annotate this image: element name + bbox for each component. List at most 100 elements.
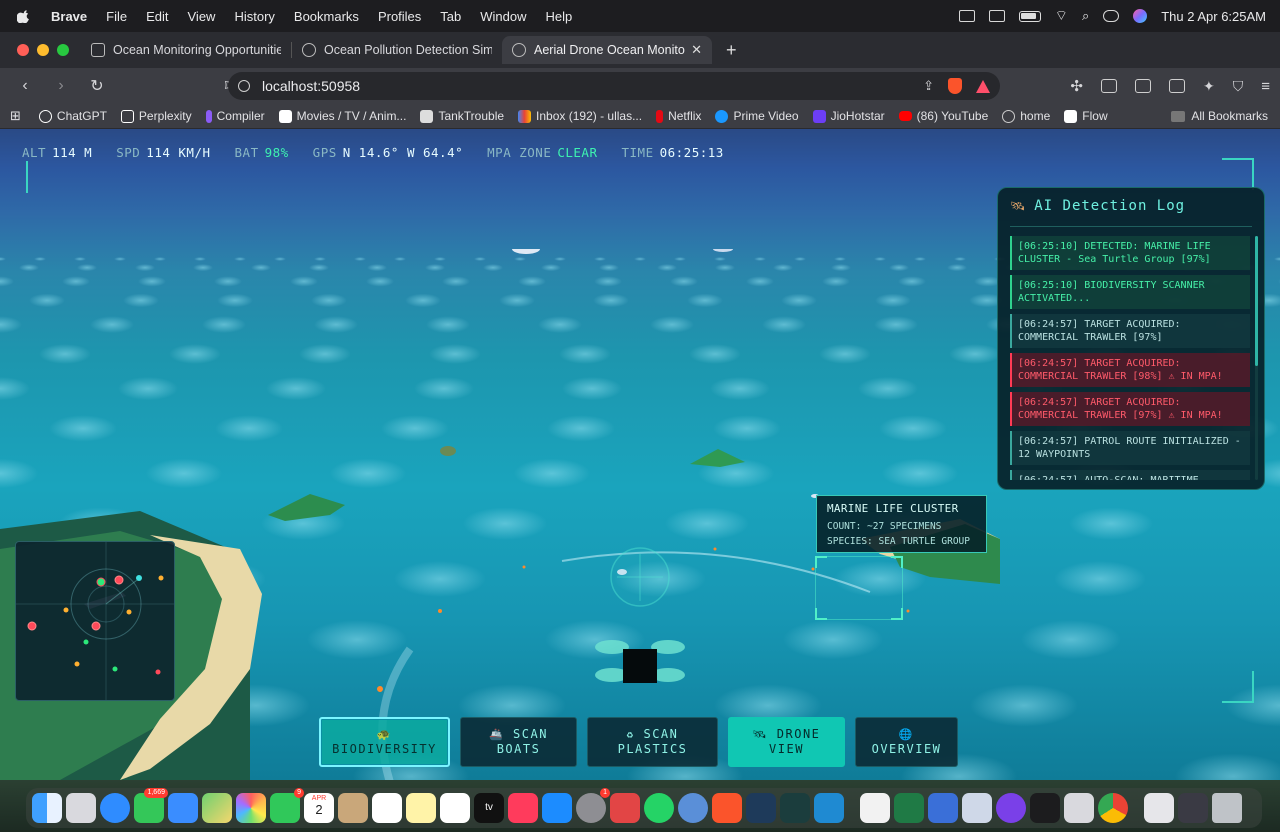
overview-button[interactable]: 🌐 OVERVIEW: [855, 717, 958, 767]
bookmark-gmail-inbox[interactable]: Inbox (192) - ullas...: [518, 109, 642, 123]
all-bookmarks-button[interactable]: All Bookmarks: [1171, 109, 1268, 123]
excel-icon[interactable]: [894, 793, 924, 823]
facetime-icon[interactable]: 9: [270, 788, 304, 823]
target-bounding-box[interactable]: [815, 556, 903, 620]
wifi-icon[interactable]: ⌔: [1055, 7, 1068, 25]
reader-mode-icon[interactable]: [1101, 79, 1117, 93]
bookmark-netflix[interactable]: Netflix: [656, 109, 701, 123]
brave-shields-icon[interactable]: [948, 78, 962, 94]
address-bar[interactable]: localhost:50958 ⇪: [228, 72, 1000, 100]
wallet-icon[interactable]: [1169, 79, 1185, 93]
messages-icon[interactable]: 1,669: [134, 788, 168, 823]
textedit-icon[interactable]: [860, 793, 890, 823]
quicktime-icon[interactable]: [678, 793, 708, 823]
close-window-button[interactable]: [17, 44, 29, 56]
iphone-mirroring-icon[interactable]: [610, 793, 640, 823]
maps-icon[interactable]: [202, 793, 232, 823]
extensions-icon[interactable]: ✣: [1070, 77, 1083, 95]
tab-ocean-pollution-detection[interactable]: Ocean Pollution Detection Simulato: [292, 36, 502, 64]
log-scrollbar-thumb[interactable]: [1255, 236, 1258, 366]
sidebar-toggle-icon[interactable]: [1135, 79, 1151, 93]
calendar-icon[interactable]: APR 2: [304, 793, 334, 823]
recent-windows-icon[interactable]: [1178, 793, 1208, 823]
keychain-icon[interactable]: [1064, 793, 1094, 823]
menu-window[interactable]: Window: [480, 9, 526, 24]
bookmark-home[interactable]: home: [1002, 109, 1050, 123]
system-settings-icon[interactable]: 1: [576, 788, 610, 823]
bookmark-youtube[interactable]: (86) YouTube: [898, 109, 988, 123]
notes-icon[interactable]: [406, 793, 436, 823]
tab-aerial-drone-ocean-monitoring[interactable]: Aerial Drone Ocean Monitoring ✕: [502, 36, 712, 64]
apple-tv-icon[interactable]: tv: [474, 793, 504, 823]
bookmark-tanktrouble[interactable]: TankTrouble: [420, 109, 504, 123]
mindnode-icon[interactable]: [996, 793, 1026, 823]
downloads-folder-icon[interactable]: [1144, 793, 1174, 823]
instruments-icon[interactable]: [928, 793, 958, 823]
menu-history[interactable]: History: [234, 9, 274, 24]
biodiversity-button[interactable]: 🐢 BIODIVERSITY: [319, 717, 450, 767]
music-icon[interactable]: [508, 793, 538, 823]
menu-view[interactable]: View: [188, 9, 216, 24]
menu-app-name[interactable]: Brave: [51, 9, 87, 24]
forward-button[interactable]: ›: [50, 77, 72, 95]
bookmark-chatgpt[interactable]: ChatGPT: [38, 109, 107, 123]
keyboard-icon[interactable]: [988, 10, 1005, 22]
menu-file[interactable]: File: [106, 9, 127, 24]
apple-logo-icon[interactable]: [17, 9, 31, 23]
spotlight-search-icon[interactable]: ⌕: [1082, 8, 1089, 24]
tab-ocean-monitoring-opportunities[interactable]: Ocean Monitoring Opportunities: [81, 36, 291, 64]
app-store-icon[interactable]: [542, 793, 572, 823]
launchpad-icon[interactable]: [66, 793, 96, 823]
vpn-icon[interactable]: ⛉: [1233, 78, 1244, 95]
reminders-icon[interactable]: [372, 793, 402, 823]
control-center-icon[interactable]: [1103, 10, 1120, 22]
scan-boats-button[interactable]: 🚢 SCAN BOATS: [460, 717, 577, 767]
minimize-window-button[interactable]: [37, 44, 49, 56]
menu-icon[interactable]: ≡: [1261, 78, 1270, 95]
bookmark-movies[interactable]: Movies / TV / Anim...: [278, 109, 406, 123]
battery-icon[interactable]: [1018, 10, 1041, 22]
whatsapp-icon[interactable]: [644, 793, 674, 823]
vscode-icon[interactable]: [814, 793, 844, 823]
siri-icon[interactable]: [1133, 9, 1148, 23]
brave-icon[interactable]: [712, 793, 742, 823]
drone-view-button[interactable]: 🛰 DRONE VIEW: [728, 717, 845, 767]
arc-icon[interactable]: [746, 793, 776, 823]
zoom-window-button[interactable]: [57, 44, 69, 56]
finder-icon[interactable]: [32, 793, 62, 823]
trash-icon[interactable]: [1212, 793, 1242, 823]
radar-minimap[interactable]: [15, 541, 175, 701]
brave-rewards-icon[interactable]: [976, 79, 990, 93]
perplexity-app-icon[interactable]: [780, 793, 810, 823]
bookmark-flow[interactable]: Flow: [1064, 109, 1108, 123]
photos-icon[interactable]: [236, 793, 266, 823]
contacts-icon[interactable]: [338, 793, 368, 823]
drone-3d-viewport[interactable]: ALT 114 M SPD 114 KM/H BAT 98% GPS N 14.6° W…: [0, 129, 1280, 780]
scan-plastics-button[interactable]: ♻ SCAN PLASTICS: [587, 717, 718, 767]
site-info-icon[interactable]: [238, 80, 250, 92]
screen-mirroring-icon[interactable]: [958, 10, 975, 22]
bookmark-prime-video[interactable]: Prime Video: [715, 109, 799, 123]
new-tab-button[interactable]: +: [726, 40, 737, 61]
menu-bookmarks[interactable]: Bookmarks: [294, 9, 359, 24]
back-button[interactable]: ‹: [14, 77, 36, 95]
reload-button[interactable]: ↻: [86, 76, 108, 96]
safari-icon[interactable]: [100, 793, 130, 823]
freeform-icon[interactable]: [440, 793, 470, 823]
url-text[interactable]: localhost:50958: [262, 78, 360, 94]
preview-icon[interactable]: [962, 793, 992, 823]
share-icon[interactable]: ⇪: [923, 78, 934, 94]
menu-profiles[interactable]: Profiles: [378, 9, 421, 24]
mail-icon[interactable]: [168, 793, 198, 823]
close-tab-icon[interactable]: ✕: [691, 42, 702, 58]
log-entries-list[interactable]: [06:25:10] DETECTED: MARINE LIFE CLUSTER…: [1010, 236, 1250, 480]
leo-ai-icon[interactable]: ✦: [1203, 78, 1215, 95]
chrome-icon[interactable]: [1098, 793, 1128, 823]
menu-tab[interactable]: Tab: [440, 9, 461, 24]
apps-grid-icon[interactable]: ⊞: [10, 108, 21, 124]
bookmark-perplexity[interactable]: Perplexity: [120, 109, 192, 123]
bookmark-compiler[interactable]: Compiler: [205, 109, 265, 123]
menu-edit[interactable]: Edit: [146, 9, 168, 24]
terminal-icon[interactable]: [1030, 793, 1060, 823]
menubar-clock[interactable]: Thu 2 Apr 6:25AM: [1161, 9, 1266, 24]
